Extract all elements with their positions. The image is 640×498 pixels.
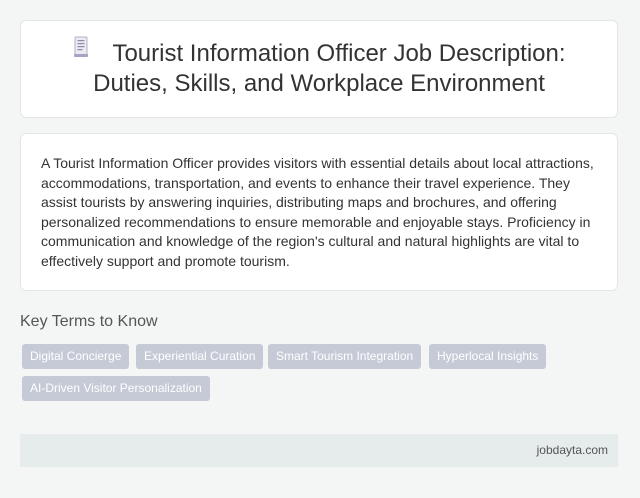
summary-text: A Tourist Information Officer provides v… xyxy=(41,155,594,269)
summary-card: A Tourist Information Officer provides v… xyxy=(20,133,618,291)
page-title: Tourist Information Officer Job Descript… xyxy=(39,36,599,100)
tag-digital-concierge[interactable]: Digital Concierge xyxy=(22,344,130,369)
tag-ai-driven-visitor-personalization[interactable]: AI-Driven Visitor Personalization xyxy=(22,376,210,401)
tag-experiential-curation[interactable]: Experiential Curation xyxy=(136,344,264,369)
page-title-text: Tourist Information Officer Job Descript… xyxy=(93,39,566,98)
footer: jobdayta.com xyxy=(20,434,618,467)
key-terms-heading: Key Terms to Know xyxy=(20,313,158,330)
tag-hyperlocal-insights[interactable]: Hyperlocal Insights xyxy=(429,344,547,369)
footer-site-link[interactable]: jobdayta.com xyxy=(537,443,608,457)
document-icon xyxy=(72,36,90,66)
tag-smart-tourism-integration[interactable]: Smart Tourism Integration xyxy=(268,344,422,369)
title-card: Tourist Information Officer Job Descript… xyxy=(20,20,618,118)
